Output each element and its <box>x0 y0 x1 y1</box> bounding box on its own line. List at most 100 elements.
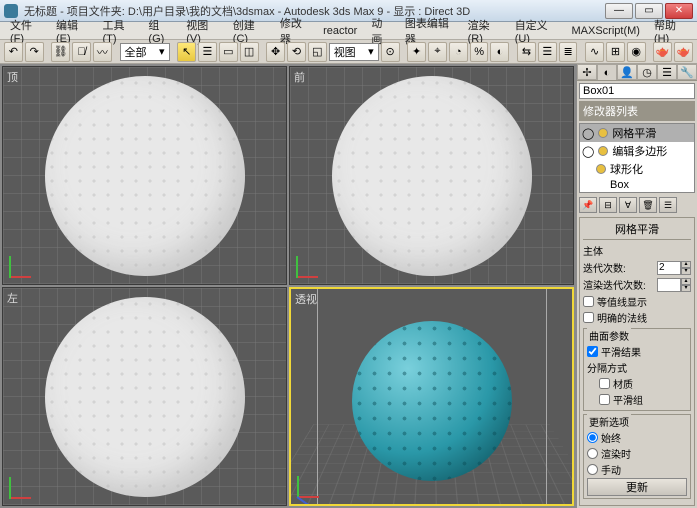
smooth-result-label: 平滑结果 <box>601 344 641 359</box>
render-iter-label: 渲染迭代次数: <box>583 277 646 292</box>
curve-editor-button[interactable]: ∿ <box>585 42 604 62</box>
link-button[interactable]: ⛓ <box>51 42 70 62</box>
axis-tripod <box>296 248 326 278</box>
quick-render-button[interactable]: 🫖 <box>674 42 693 62</box>
align-button[interactable]: ☰ <box>538 42 557 62</box>
spinner-up[interactable]: ▴ <box>681 278 691 285</box>
spinner-down[interactable]: ▾ <box>681 285 691 292</box>
update-always-radio[interactable] <box>587 432 598 443</box>
viewport-perspective[interactable]: 透视 <box>289 287 574 506</box>
update-always-label: 始终 <box>601 430 621 445</box>
isoline-label: 等值线显示 <box>597 294 647 309</box>
spinner-up[interactable]: ▴ <box>681 261 691 268</box>
show-end-result-button[interactable]: ⊟ <box>599 197 617 213</box>
viewport-label: 透视 <box>295 291 317 307</box>
chevron-down-icon: ▾ <box>159 45 165 58</box>
stack-item-box[interactable]: Box <box>580 178 694 192</box>
expand-icon: ◯ <box>582 145 594 158</box>
update-manual-radio[interactable] <box>587 464 598 475</box>
material-editor-button[interactable]: ◉ <box>627 42 646 62</box>
bulb-icon[interactable] <box>596 164 606 174</box>
pivot-center-button[interactable]: ⊙ <box>381 42 400 62</box>
menu-maxscript[interactable]: MAXScript(M) <box>566 24 646 38</box>
minimize-button[interactable]: — <box>605 3 633 19</box>
window-crossing-button[interactable]: ◫ <box>240 42 259 62</box>
update-button[interactable]: 更新 <box>587 478 687 496</box>
viewport-label: 左 <box>7 290 18 306</box>
viewport-front[interactable]: 前 <box>289 66 574 285</box>
smoothgroup-checkbox[interactable] <box>599 394 610 405</box>
remove-modifier-button[interactable]: 🗑 <box>639 197 657 213</box>
tab-create[interactable]: ✢ <box>577 64 597 80</box>
stack-item-label: 编辑多边形 <box>612 143 667 159</box>
tab-modify[interactable]: ◐ <box>597 64 617 80</box>
stack-item-label: 球形化 <box>610 161 643 177</box>
bulb-icon[interactable] <box>598 128 608 138</box>
object-name-field[interactable]: Box01 <box>579 83 695 99</box>
mirror-button[interactable]: ⇆ <box>517 42 536 62</box>
undo-button[interactable]: ↶ <box>4 42 23 62</box>
main-toolbar: ↶ ↷ ⛓ ⛓̸ 〰 全部▾ ↖ ☰ ▭ ◫ ✥ ⟲ ◱ 视图▾ ⊙ ✦ ⌖ ◔… <box>0 40 697 64</box>
manipulate-button[interactable]: ✦ <box>407 42 426 62</box>
update-options-label: 更新选项 <box>587 414 631 429</box>
material-label: 材质 <box>613 376 633 391</box>
rollout-header[interactable]: 网格平滑 <box>583 221 691 240</box>
configure-sets-button[interactable]: ☰ <box>659 197 677 213</box>
render-scene-button[interactable]: 🫖 <box>653 42 672 62</box>
render-iter-input[interactable] <box>657 278 681 292</box>
rotate-button[interactable]: ⟲ <box>287 42 306 62</box>
modifier-list-header[interactable]: 修改器列表 <box>579 101 695 121</box>
select-object-button[interactable]: ↖ <box>177 42 196 62</box>
menu-reactor[interactable]: reactor <box>317 24 363 38</box>
iterations-input[interactable] <box>657 261 681 275</box>
scale-button[interactable]: ◱ <box>308 42 327 62</box>
angle-snap-button[interactable]: ◔ <box>449 42 468 62</box>
tab-hierarchy[interactable]: 👤 <box>617 64 637 80</box>
make-unique-button[interactable]: ∀ <box>619 197 637 213</box>
isoline-checkbox[interactable] <box>583 296 594 307</box>
bind-spacewarp-button[interactable]: 〰 <box>93 42 112 62</box>
menu-bar: 文件(F) 编辑(E) 工具(T) 组(G) 视图(V) 创建(C) 修改器 r… <box>0 22 697 40</box>
stack-item-editpoly[interactable]: ◯ 编辑多边形 <box>580 142 694 160</box>
menu-customize[interactable]: 自定义(U) <box>509 16 564 46</box>
viewport-top[interactable]: 顶 <box>2 66 287 285</box>
move-button[interactable]: ✥ <box>266 42 285 62</box>
update-render-radio[interactable] <box>587 448 598 459</box>
wireframe-sphere <box>45 297 245 497</box>
redo-button[interactable]: ↷ <box>25 42 44 62</box>
params-rollout: 网格平滑 主体 迭代次数: ▴▾ 渲染迭代次数: ▴▾ 等值线显示 明确的法线 … <box>579 217 695 506</box>
select-by-name-button[interactable]: ☰ <box>198 42 217 62</box>
tab-display[interactable]: ☰ <box>657 64 677 80</box>
percent-snap-button[interactable]: % <box>470 42 489 62</box>
stack-item-meshsmooth[interactable]: ◯网格平滑 <box>580 124 694 142</box>
explicit-normals-label: 明确的法线 <box>597 310 647 325</box>
explicit-normals-checkbox[interactable] <box>583 312 594 323</box>
pin-stack-button[interactable]: 📌 <box>579 197 597 213</box>
spinner-snap-button[interactable]: ◐ <box>490 42 509 62</box>
bulb-icon[interactable] <box>598 146 608 156</box>
tab-utilities[interactable]: 🔧 <box>677 64 697 80</box>
unlink-button[interactable]: ⛓̸ <box>72 42 91 62</box>
wireframe-sphere <box>45 76 245 276</box>
select-region-button[interactable]: ▭ <box>219 42 238 62</box>
group-main-label: 主体 <box>583 243 691 258</box>
menu-group[interactable]: 组(G) <box>142 16 178 46</box>
stack-item-spherify[interactable]: 球形化 <box>580 160 694 178</box>
selection-filter-dropdown[interactable]: 全部▾ <box>120 43 170 61</box>
material-checkbox[interactable] <box>599 378 610 389</box>
axis-tripod <box>9 469 39 499</box>
tab-motion[interactable]: ◷ <box>637 64 657 80</box>
wireframe-sphere <box>332 76 532 276</box>
snap-toggle-button[interactable]: ⌖ <box>428 42 447 62</box>
layers-button[interactable]: ≣ <box>559 42 578 62</box>
schematic-view-button[interactable]: ⊞ <box>606 42 625 62</box>
shaded-sphere <box>352 321 512 481</box>
smooth-result-checkbox[interactable] <box>587 346 598 357</box>
stack-item-label: Box <box>610 179 629 191</box>
ref-coord-dropdown[interactable]: 视图▾ <box>329 43 379 61</box>
viewport-left[interactable]: 左 <box>2 287 287 506</box>
smoothgroup-label: 平滑组 <box>613 392 643 407</box>
viewport-label: 前 <box>294 69 305 85</box>
spinner-down[interactable]: ▾ <box>681 268 691 275</box>
modifier-stack[interactable]: ◯网格平滑 ◯ 编辑多边形 球形化 Box <box>579 123 695 193</box>
